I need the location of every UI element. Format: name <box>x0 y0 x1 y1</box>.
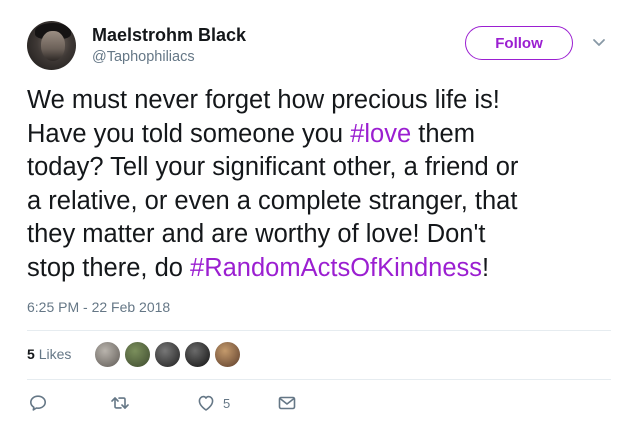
avatar-face <box>41 31 65 61</box>
chevron-down-icon[interactable] <box>591 36 607 50</box>
user-handle[interactable]: @Taphophiliacs <box>92 49 195 65</box>
hashtag-love[interactable]: #love <box>350 120 411 148</box>
tweet-text-segment: ! <box>482 253 490 282</box>
follow-button[interactable]: Follow <box>465 26 573 60</box>
divider-bottom <box>27 379 611 380</box>
divider-top <box>27 330 611 331</box>
liker-avatar[interactable] <box>124 341 151 368</box>
user-display-name[interactable]: Maelstrohm Black <box>92 25 246 46</box>
liker-avatar[interactable] <box>214 341 241 368</box>
reply-button[interactable] <box>28 392 48 414</box>
likes-label: Likes <box>38 346 72 362</box>
retweet-icon <box>111 397 129 409</box>
liker-avatar[interactable] <box>94 341 121 368</box>
heart-icon <box>198 395 214 411</box>
tweet-text: We must never forget how precious life i… <box>27 84 627 285</box>
like-button[interactable]: 5 <box>196 392 230 414</box>
retweet-button[interactable] <box>110 392 130 414</box>
likes-count: 5 <box>27 346 35 362</box>
user-avatar[interactable] <box>27 21 76 70</box>
likes-stat[interactable]: 5 Likes <box>27 346 71 362</box>
envelope-icon <box>278 396 296 410</box>
reply-icon <box>30 395 46 411</box>
liker-avatar[interactable] <box>184 341 211 368</box>
liker-avatar[interactable] <box>154 341 181 368</box>
like-count: 5 <box>223 395 231 411</box>
direct-message-button[interactable] <box>277 392 297 414</box>
tweet-timestamp[interactable]: 6:25 PM - 22 Feb 2018 <box>27 299 170 315</box>
hashtag-random-acts-of-kindness[interactable]: #RandomActsOfKindness <box>190 254 482 282</box>
